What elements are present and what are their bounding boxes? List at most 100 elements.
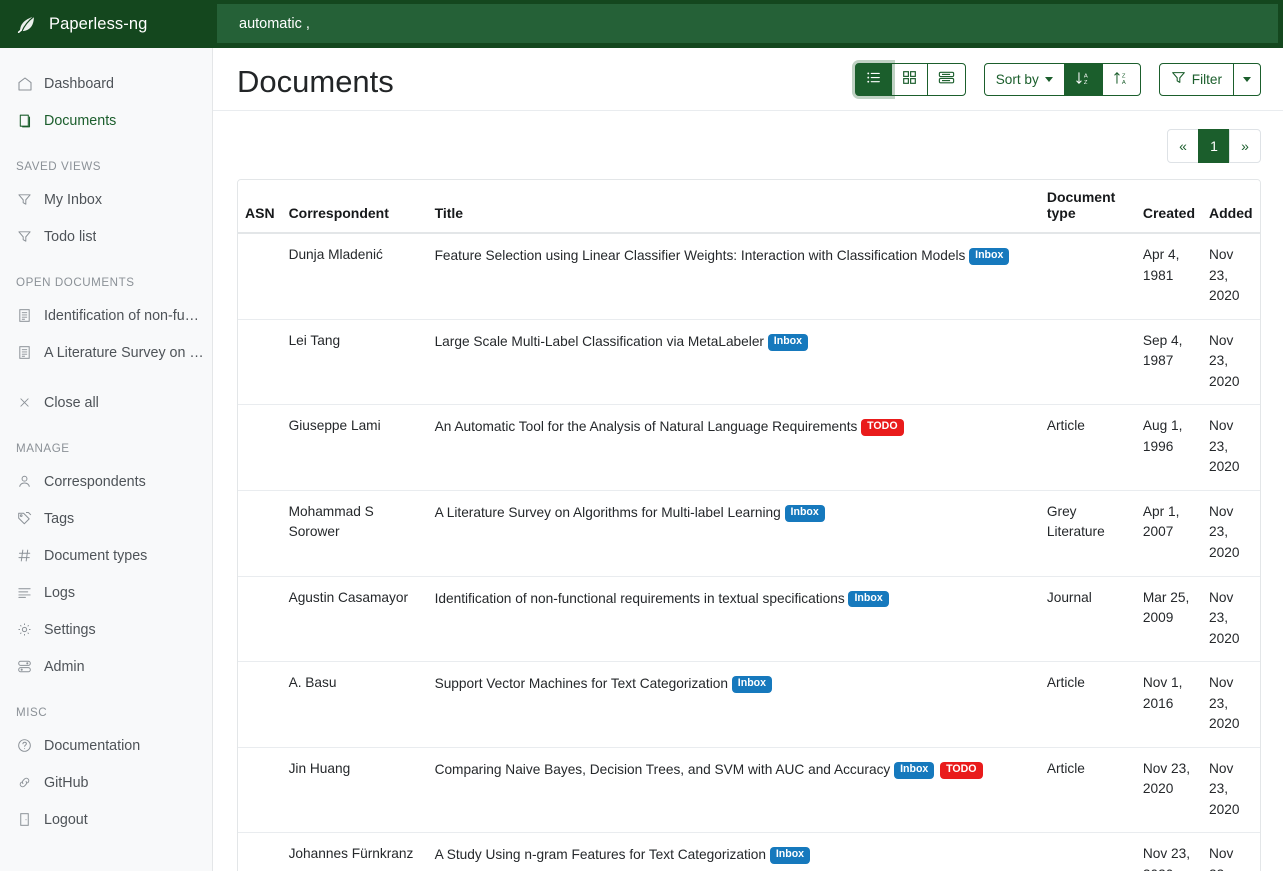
close-icon — [16, 394, 33, 411]
sidebar-item-document-types[interactable]: Document types — [0, 537, 212, 574]
sidebar-item-label: Logs — [44, 585, 75, 601]
sidebar-item-logs[interactable]: Logs — [0, 574, 212, 611]
table-body: Dunja Mladenić Feature Selection using Li… — [238, 233, 1260, 871]
tag-badge[interactable]: TODO — [940, 762, 982, 779]
sidebar-item-documents[interactable]: Documents — [0, 102, 212, 139]
details-view-icon — [938, 70, 955, 88]
column-header-asn[interactable]: ASN — [238, 180, 282, 233]
pagination-page-1[interactable]: 1 — [1198, 129, 1230, 163]
table-row[interactable]: Jin HuangComparing Naive Bayes, Decision… — [238, 747, 1260, 833]
top-header-bar: Paperless-ng — [0, 0, 1283, 48]
sort-descending-button[interactable]: Z A — [1102, 63, 1141, 96]
svg-text:A: A — [1084, 73, 1088, 79]
document-title[interactable]: An Automatic Tool for the Analysis of Na… — [435, 419, 862, 434]
tags-icon — [16, 510, 33, 527]
sidebar-item-admin[interactable]: Admin — [0, 648, 212, 685]
document-title[interactable]: Support Vector Machines for Text Categor… — [435, 676, 732, 691]
sidebar-item-todo-list[interactable]: Todo list — [0, 218, 212, 255]
column-header-correspondent[interactable]: Correspondent — [282, 180, 428, 233]
sidebar-item-close-all[interactable]: Close all — [0, 384, 212, 421]
document-title[interactable]: Identification of non-functional require… — [435, 591, 849, 606]
table-row[interactable]: Lei TangLarge Scale Multi-Label Classifi… — [238, 319, 1260, 405]
table-row[interactable]: A. Basu Support Vector Machines for Text … — [238, 662, 1260, 748]
sort-by-label: Sort by — [996, 72, 1039, 87]
table-row[interactable]: Johannes FürnkranzA Study Using n-gram F… — [238, 833, 1260, 871]
filter-button[interactable]: Filter — [1159, 63, 1234, 96]
cell-added: Nov 23, 2020 — [1202, 319, 1260, 405]
pagination-prev[interactable]: « — [1167, 129, 1199, 163]
table-row[interactable]: Agustin CasamayorIdentification of non-f… — [238, 576, 1260, 662]
cell-asn — [238, 405, 282, 491]
cell-created: Apr 1, 2007 — [1136, 490, 1202, 576]
svg-text:Z: Z — [1084, 80, 1088, 86]
cell-correspondent: A. Basu — [282, 662, 428, 748]
cell-title: Comparing Naive Bayes, Decision Trees, a… — [428, 747, 1040, 833]
details-view-button[interactable] — [927, 63, 966, 96]
sidebar-section-manage: MANAGE — [0, 439, 212, 459]
filter-icon — [16, 191, 33, 208]
sidebar-item-correspondents[interactable]: Correspondents — [0, 463, 212, 500]
cell-added: Nov 23, 2020 — [1202, 490, 1260, 576]
sidebar-item-open-doc-2[interactable]: A Literature Survey on … — [0, 334, 212, 371]
cell-correspondent: Dunja Mladenić — [282, 233, 428, 319]
sidebar-item-my-inbox[interactable]: My Inbox — [0, 181, 212, 218]
filter-label: Filter — [1192, 72, 1222, 87]
document-title[interactable]: Comparing Naive Bayes, Decision Trees, a… — [435, 762, 895, 777]
link-icon — [16, 774, 33, 791]
table-row[interactable]: Giuseppe LamiAn Automatic Tool for the A… — [238, 405, 1260, 491]
cell-document-type: Grey Literature — [1040, 490, 1136, 576]
cell-title: A Literature Survey on Algorithms for Mu… — [428, 490, 1040, 576]
tag-badge[interactable]: Inbox — [894, 762, 934, 779]
tag-badge[interactable]: Inbox — [770, 847, 810, 864]
sort-group: Sort by A Z — [984, 63, 1141, 96]
tag-badge[interactable]: TODO — [861, 419, 903, 436]
brand[interactable]: Paperless-ng — [0, 0, 213, 48]
document-title[interactable]: A Study Using n-gram Features for Text C… — [435, 847, 770, 862]
tag-badge[interactable]: Inbox — [969, 248, 1009, 265]
cell-added: Nov 23, 2020 — [1202, 662, 1260, 748]
cell-title: An Automatic Tool for the Analysis of Na… — [428, 405, 1040, 491]
question-circle-icon — [16, 737, 33, 754]
tag-badge[interactable]: Inbox — [785, 505, 825, 522]
sidebar-item-label: Identification of non-fu… — [44, 308, 199, 324]
tag-badge[interactable]: Inbox — [732, 676, 772, 693]
sort-by-dropdown[interactable]: Sort by — [984, 63, 1065, 96]
tag-badge[interactable]: Inbox — [768, 334, 808, 351]
grid-view-button[interactable] — [891, 63, 928, 96]
cell-created: Nov 1, 2016 — [1136, 662, 1202, 748]
list-view-button[interactable] — [855, 63, 892, 96]
cell-asn — [238, 233, 282, 319]
pagination-next[interactable]: » — [1229, 129, 1261, 163]
brand-title: Paperless-ng — [49, 15, 147, 34]
cell-added: Nov 23, 2020 — [1202, 576, 1260, 662]
column-header-created[interactable]: Created — [1136, 180, 1202, 233]
tag-badge[interactable]: Inbox — [848, 591, 888, 608]
global-search-input[interactable] — [217, 4, 1278, 43]
table-row[interactable]: Mohammad S SorowerA Literature Survey on… — [238, 490, 1260, 576]
sidebar-item-label: Correspondents — [44, 474, 146, 490]
column-header-title[interactable]: Title — [428, 180, 1040, 233]
document-title[interactable]: Feature Selection using Linear Classifie… — [435, 248, 970, 263]
filter-dropdown-toggle[interactable] — [1233, 63, 1261, 96]
sidebar: Dashboard Documents SAVED VIEWS My Inbox… — [0, 48, 213, 871]
sidebar-item-logout[interactable]: Logout — [0, 801, 212, 838]
sort-ascending-button[interactable]: A Z — [1064, 63, 1103, 96]
sidebar-item-label: A Literature Survey on … — [44, 345, 204, 361]
column-header-added[interactable]: Added — [1202, 180, 1260, 233]
hash-icon — [16, 547, 33, 564]
sidebar-item-dashboard[interactable]: Dashboard — [0, 65, 212, 102]
sidebar-item-settings[interactable]: Settings — [0, 611, 212, 648]
document-title[interactable]: A Literature Survey on Algorithms for Mu… — [435, 505, 785, 520]
cell-added: Nov 23, 2020 — [1202, 405, 1260, 491]
cell-added: Nov 23, 2020 — [1202, 833, 1260, 871]
sidebar-item-github[interactable]: GitHub — [0, 764, 212, 801]
cell-document-type: Journal — [1040, 576, 1136, 662]
column-header-document-type[interactable]: Document type — [1040, 180, 1136, 233]
sort-alpha-down-icon: A Z — [1075, 70, 1092, 89]
sidebar-item-documentation[interactable]: Documentation — [0, 727, 212, 764]
table-row[interactable]: Dunja Mladenić Feature Selection using Li… — [238, 233, 1260, 319]
sidebar-item-tags[interactable]: Tags — [0, 500, 212, 537]
document-title[interactable]: Large Scale Multi-Label Classification v… — [435, 334, 768, 349]
sidebar-item-label: Todo list — [44, 229, 96, 245]
sidebar-item-open-doc-1[interactable]: Identification of non-fu… — [0, 297, 212, 334]
